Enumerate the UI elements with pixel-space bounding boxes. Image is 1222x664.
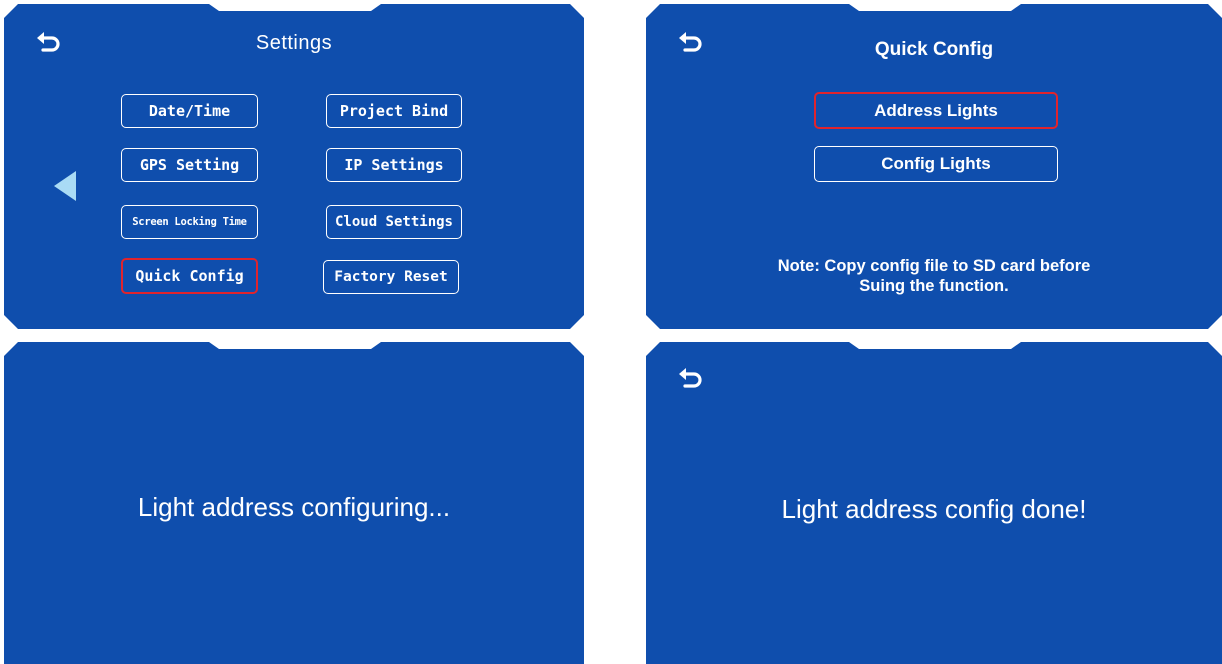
screen-locking-time-button[interactable]: Screen Locking Time: [121, 205, 258, 239]
date-time-button[interactable]: Date/Time: [121, 94, 258, 128]
back-arrow-icon[interactable]: [678, 366, 704, 388]
factory-reset-button[interactable]: Factory Reset: [323, 260, 459, 294]
configuring-screen: Light address configuring...: [4, 342, 584, 664]
status-message: Light address configuring...: [137, 492, 451, 522]
quick-config-screen: Quick Config Address Lights Config Light…: [646, 4, 1222, 329]
page-title: Quick Config: [874, 39, 994, 60]
settings-screen: Settings Date/Time GPS Setting Screen Lo…: [4, 4, 584, 329]
address-lights-button[interactable]: Address Lights: [814, 92, 1058, 129]
gps-setting-button[interactable]: GPS Setting: [121, 148, 258, 182]
config-done-screen: Light address config done!: [646, 342, 1222, 664]
status-message: Light address config done!: [781, 494, 1087, 524]
config-lights-button[interactable]: Config Lights: [814, 146, 1058, 182]
note-line-1: Note: Copy config file to SD card before: [777, 257, 1091, 275]
page-title: Settings: [255, 32, 333, 54]
quick-config-button[interactable]: Quick Config: [121, 258, 258, 294]
note-text: Note: Copy config file to SD card before…: [646, 256, 1222, 296]
cloud-settings-button[interactable]: Cloud Settings: [326, 205, 462, 239]
note-line-2: Suing the function.: [859, 277, 1009, 295]
triangle-left-icon[interactable]: [54, 171, 76, 201]
project-bind-button[interactable]: Project Bind: [326, 94, 462, 128]
ip-settings-button[interactable]: IP Settings: [326, 148, 462, 182]
